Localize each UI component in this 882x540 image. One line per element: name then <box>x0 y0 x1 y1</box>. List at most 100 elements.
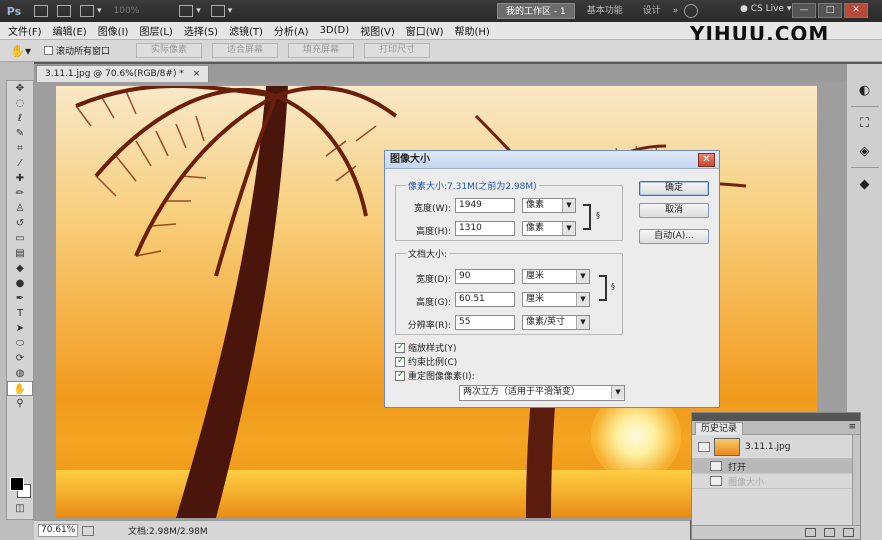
print-size-button[interactable]: 打印尺寸 <box>364 43 431 58</box>
doc-width-input[interactable]: 90 <box>455 269 515 284</box>
history-snapshot[interactable]: 3.11.1.jpg <box>692 435 860 459</box>
masks-panel-icon[interactable]: ⛶ <box>853 113 877 135</box>
view-extras-button[interactable]: ▾ <box>80 3 102 19</box>
trash-icon[interactable] <box>843 528 854 537</box>
height-pixels-unit-select[interactable]: 像素 ▼ <box>522 221 576 236</box>
menu-filter[interactable]: 滤镜(T) <box>229 23 263 38</box>
auto-button[interactable]: 自动(A)... <box>639 229 709 244</box>
width-pixels-unit-select[interactable]: 像素 ▼ <box>522 198 576 213</box>
lasso-tool-icon[interactable]: ℓ <box>7 111 33 126</box>
hand-tool-preset-icon[interactable]: ✋▾ <box>10 43 38 59</box>
doc-height-input[interactable]: 60.51 <box>455 292 515 307</box>
workspace-my-1[interactable]: 我的工作区 - 1 <box>497 3 575 19</box>
mini-bridge-button[interactable] <box>57 3 74 19</box>
fit-screen-button[interactable]: 适合屏幕 <box>212 43 279 58</box>
cancel-button[interactable]: 取消 <box>639 203 709 218</box>
resample-method-select[interactable]: 两次立方（适用于平滑渐变） ▼ <box>459 385 625 401</box>
path-selection-tool-icon[interactable]: ➤ <box>7 321 33 336</box>
actual-pixels-button[interactable]: 实际像素 <box>136 43 203 58</box>
history-scrollbar[interactable] <box>852 435 860 525</box>
3d-rotate-tool-icon[interactable]: ⟳ <box>7 351 33 366</box>
document-info: 文档:2.98M/2.98M <box>128 527 208 537</box>
history-footer <box>692 525 860 539</box>
layers-panel-icon[interactable]: ◆ <box>853 174 877 196</box>
tab-close-icon[interactable]: × <box>193 69 201 79</box>
panel-header[interactable] <box>692 413 860 421</box>
resolution-input[interactable]: 55 <box>455 315 515 330</box>
menu-window[interactable]: 窗口(W) <box>406 23 444 38</box>
zoom-field[interactable]: 70.61% <box>38 524 78 537</box>
eyedropper-tool-icon[interactable]: ⁄ <box>7 156 33 171</box>
workspace-design[interactable]: 设计 <box>635 3 669 19</box>
history-state-open[interactable]: 打开 <box>692 459 860 474</box>
height-pixels-input[interactable]: 1310 <box>455 221 515 236</box>
type-tool-icon[interactable]: T <box>7 306 33 321</box>
doc-width-unit: 厘米 <box>526 271 545 281</box>
search-icon[interactable] <box>684 4 699 18</box>
doc-width-unit-select[interactable]: 厘米 ▼ <box>522 269 590 284</box>
menu-edit[interactable]: 编辑(E) <box>53 23 87 38</box>
history-tab[interactable]: 历史记录 <box>695 422 744 435</box>
dodge-tool-icon[interactable]: ● <box>7 276 33 291</box>
pen-tool-icon[interactable]: ✒ <box>7 291 33 306</box>
menu-layer[interactable]: 图层(L) <box>139 23 172 38</box>
constrain-proportions-checkbox[interactable]: 约束比例(C) <box>395 355 457 368</box>
marquee-tool-icon[interactable]: ◌ <box>7 96 33 111</box>
workspace-essentials[interactable]: 基本功能 <box>579 3 631 19</box>
workspace-more-icon[interactable]: » <box>673 3 679 19</box>
quick-select-tool-icon[interactable]: ✎ <box>7 126 33 141</box>
minimize-button[interactable]: — <box>792 3 816 18</box>
arrange-documents-button[interactable]: ▾ <box>179 3 201 19</box>
menu-analysis[interactable]: 分析(A) <box>274 23 309 38</box>
blur-tool-icon[interactable]: ◆ <box>7 261 33 276</box>
channels-panel-icon[interactable]: ◈ <box>853 141 877 163</box>
menu-file[interactable]: 文件(F) <box>8 23 42 38</box>
menu-view[interactable]: 视图(V) <box>360 23 395 38</box>
eraser-tool-icon[interactable]: ▭ <box>7 231 33 246</box>
cs-live-button[interactable]: ● CS Live ▾ <box>740 4 791 14</box>
bridge-button[interactable] <box>34 3 51 19</box>
brush-tool-icon[interactable]: ✏ <box>7 186 33 201</box>
move-tool-icon[interactable]: ✥ <box>7 81 33 96</box>
resample-checkbox[interactable]: 重定图像像素(I): <box>395 369 475 382</box>
healing-brush-tool-icon[interactable]: ✚ <box>7 171 33 186</box>
camera-icon[interactable] <box>824 528 835 537</box>
screen-mode-button[interactable]: ▾ <box>210 3 232 19</box>
constrain-proportions-label: 约束比例(C) <box>408 358 458 368</box>
new-document-from-state-icon[interactable] <box>805 528 816 537</box>
clone-stamp-tool-icon[interactable]: ♙ <box>7 201 33 216</box>
doc-height-unit-select[interactable]: 厘米 ▼ <box>522 292 590 307</box>
history-state-image-size[interactable]: 图像大小 <box>692 474 860 489</box>
crop-tool-icon[interactable]: ⌗ <box>7 141 33 156</box>
zoom-tool-icon[interactable]: ⚲ <box>7 396 33 411</box>
menu-3d[interactable]: 3D(D) <box>320 25 350 36</box>
resolution-unit-select[interactable]: 像素/英寸 ▼ <box>522 315 590 330</box>
scale-styles-checkbox[interactable]: 缩放样式(Y) <box>395 341 457 354</box>
fill-screen-button[interactable]: 填充屏幕 <box>288 43 355 58</box>
gradient-tool-icon[interactable]: ▤ <box>7 246 33 261</box>
foreground-color-swatch[interactable] <box>10 477 24 491</box>
width-pixels-input[interactable]: 1949 <box>455 198 515 213</box>
shape-tool-icon[interactable]: ⬭ <box>7 336 33 351</box>
status-share-icon[interactable] <box>82 525 94 536</box>
hand-tool-icon[interactable]: ✋ <box>7 381 33 396</box>
panel-menu-icon[interactable]: ≡ <box>848 422 856 432</box>
menu-select[interactable]: 选择(S) <box>184 23 218 38</box>
scroll-all-windows-checkbox[interactable] <box>44 46 53 55</box>
menu-image[interactable]: 图像(I) <box>98 23 129 38</box>
ok-button[interactable]: 确定 <box>639 181 709 196</box>
menu-help[interactable]: 帮助(H) <box>455 23 490 38</box>
adjustments-panel-icon[interactable]: ◐ <box>853 80 877 102</box>
doc-height-unit: 厘米 <box>526 294 545 304</box>
dialog-close-button[interactable]: ✕ <box>698 153 715 167</box>
image-size-state-icon <box>710 476 722 486</box>
window-controls: — □ ✕ <box>790 3 868 18</box>
history-brush-tool-icon[interactable]: ↺ <box>7 216 33 231</box>
close-button[interactable]: ✕ <box>844 3 868 18</box>
quick-mask-icon[interactable]: ◫ <box>7 501 33 516</box>
3d-orbit-tool-icon[interactable]: ◍ <box>7 366 33 381</box>
brush-source-icon[interactable] <box>698 441 710 452</box>
zoom-level-select[interactable]: 100% <box>114 6 140 16</box>
maximize-button[interactable]: □ <box>818 3 842 18</box>
document-tab[interactable]: 3.11.1.jpg @ 70.6%(RGB/8#) * × <box>36 65 210 82</box>
